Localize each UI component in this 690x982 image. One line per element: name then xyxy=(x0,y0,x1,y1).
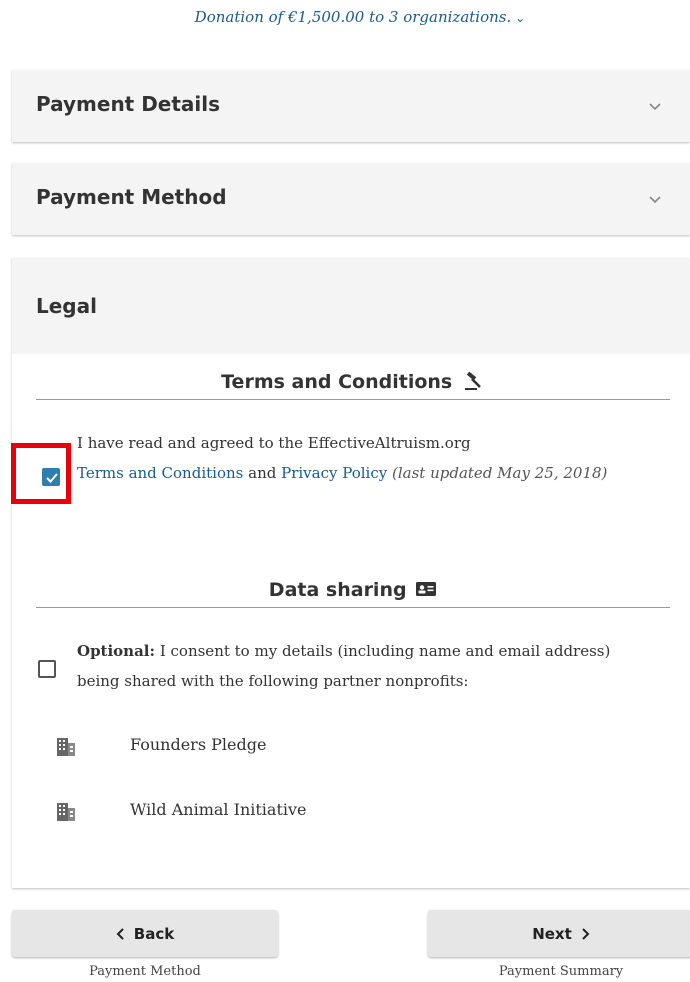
chevron-right-icon xyxy=(582,927,590,940)
next-button[interactable]: Next xyxy=(428,910,690,957)
back-sublabel: Payment Method xyxy=(89,964,201,979)
data-sharing-consent-text: Optional: I consent to my details (inclu… xyxy=(77,636,657,696)
legal-panel-header[interactable]: Legal xyxy=(12,258,690,354)
next-sublabel: Payment Summary xyxy=(498,964,624,979)
chevron-down-icon xyxy=(649,103,661,111)
gavel-icon xyxy=(464,371,481,390)
terms-heading-text: Terms and Conditions xyxy=(221,371,453,393)
org-name: Wild Animal Initiative xyxy=(130,800,307,819)
donation-summary-text: Donation of €1,500.00 to 3 organizations… xyxy=(194,8,512,26)
terms-link[interactable]: Terms and Conditions xyxy=(77,464,243,482)
data-sharing-heading-text: Data sharing xyxy=(268,579,407,601)
partner-org-item: Founders Pledge xyxy=(56,735,456,759)
privacy-policy-link[interactable]: Privacy Policy xyxy=(281,464,387,482)
legal-panel: Legal Terms and Conditions I have read a… xyxy=(12,258,690,888)
legal-title: Legal xyxy=(36,294,97,318)
data-sharing-heading: Data sharing xyxy=(36,579,670,608)
donation-summary[interactable]: Donation of €1,500.00 to 3 organizations… xyxy=(0,8,690,26)
last-updated-text: (last updated May 25, 2018) xyxy=(392,464,608,482)
building-icon xyxy=(57,738,75,756)
terms-text-prefix: I have read and agreed to the EffectiveA… xyxy=(77,434,471,452)
chevron-down-icon xyxy=(649,196,661,204)
consent-text: I consent to my details (including name … xyxy=(77,642,611,690)
org-name: Founders Pledge xyxy=(130,735,267,754)
next-label: Next xyxy=(532,924,572,943)
id-card-icon xyxy=(416,582,437,596)
payment-method-title: Payment Method xyxy=(36,185,227,209)
data-sharing-checkbox[interactable] xyxy=(38,660,56,678)
payment-details-title: Payment Details xyxy=(36,92,221,116)
terms-agreement-text: I have read and agreed to the EffectiveA… xyxy=(77,428,647,488)
building-icon xyxy=(57,803,75,821)
back-button[interactable]: Back xyxy=(12,910,278,957)
payment-method-panel[interactable]: Payment Method xyxy=(12,163,690,235)
optional-label: Optional: xyxy=(77,642,156,660)
terms-heading: Terms and Conditions xyxy=(36,371,670,400)
payment-details-panel[interactable]: Payment Details xyxy=(12,70,690,142)
terms-and-text: and xyxy=(248,464,277,482)
chevron-left-icon xyxy=(116,927,124,940)
partner-org-item: Wild Animal Initiative xyxy=(56,800,456,824)
back-label: Back xyxy=(133,924,175,943)
highlight-box xyxy=(11,443,71,504)
chevron-down-icon: ⌄ xyxy=(515,11,526,25)
